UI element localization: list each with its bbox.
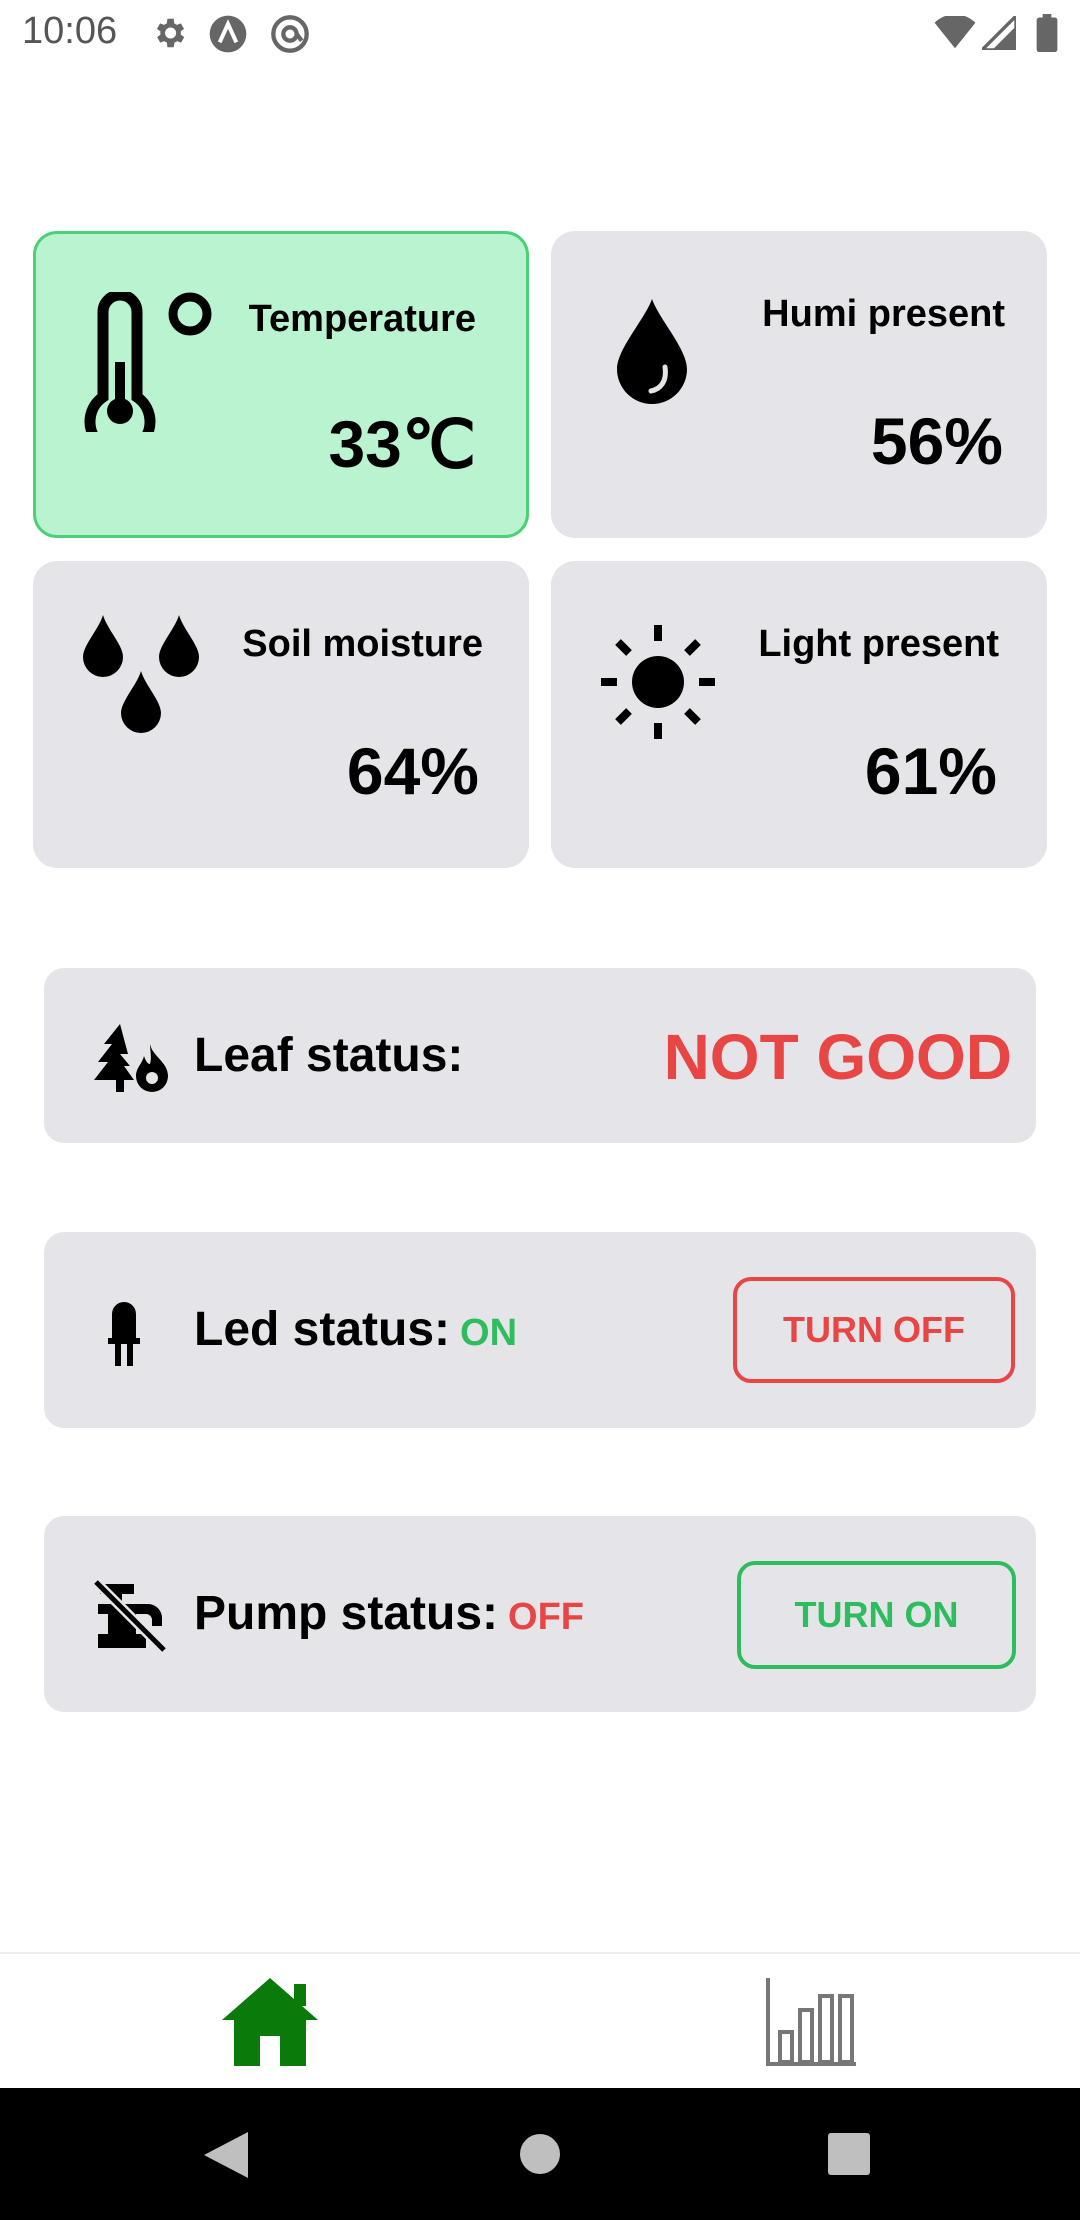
wifi-icon xyxy=(934,16,976,49)
nav-chart[interactable] xyxy=(540,1954,1080,2090)
led-status-label: Led status: ON xyxy=(194,1302,517,1357)
tree-fire-icon xyxy=(94,1024,168,1092)
sun-icon xyxy=(601,625,715,739)
home-icon xyxy=(222,1978,318,2066)
pump-status-panel: Pump status: OFF TURN ON xyxy=(44,1516,1036,1712)
humidity-title: Humi present xyxy=(762,293,1005,335)
a-logo-icon xyxy=(209,15,247,53)
soil-moisture-title: Soil moisture xyxy=(242,623,483,665)
light-card[interactable]: Light present 61% xyxy=(551,561,1047,868)
at-sync-icon xyxy=(271,15,309,53)
temperature-value: 33℃ xyxy=(328,407,476,481)
leaf-status-value: NOT GOOD xyxy=(663,1021,1012,1093)
thermometer-icon xyxy=(84,292,212,432)
led-status-label-text: Led status: xyxy=(194,1303,451,1356)
leaf-status-label: Leaf status: xyxy=(194,1029,464,1082)
water-drops-icon xyxy=(83,615,199,733)
system-navigation-bar xyxy=(0,2088,1080,2220)
temperature-card[interactable]: Temperature 33℃ xyxy=(33,231,529,538)
pump-status-label-text: Pump status: xyxy=(194,1587,499,1640)
water-drop-icon xyxy=(617,299,687,404)
cellular-icon xyxy=(982,16,1016,50)
nav-home[interactable] xyxy=(0,1954,540,2090)
turn-on-button[interactable]: TURN ON xyxy=(737,1561,1016,1669)
soil-moisture-value: 64% xyxy=(346,734,479,808)
pump-status-state: OFF xyxy=(508,1596,585,1638)
pump-status-label: Pump status: OFF xyxy=(194,1586,584,1641)
status-bar: 10:06 xyxy=(0,0,1080,68)
back-icon[interactable] xyxy=(204,2132,248,2178)
soil-moisture-card[interactable]: Soil moisture 64% xyxy=(33,561,529,868)
led-icon xyxy=(108,1302,140,1366)
light-value: 61% xyxy=(864,734,997,808)
bottom-navigation xyxy=(0,1952,1080,2088)
temperature-title: Temperature xyxy=(248,298,476,340)
light-title: Light present xyxy=(758,623,999,665)
pump-off-icon xyxy=(92,1578,166,1652)
humidity-value: 56% xyxy=(870,404,1003,478)
humidity-card[interactable]: Humi present 56% xyxy=(551,231,1047,538)
bar-chart-icon xyxy=(766,1978,856,2066)
battery-icon xyxy=(1036,14,1058,52)
turn-off-button[interactable]: TURN OFF xyxy=(733,1277,1015,1383)
settings-icon xyxy=(156,18,185,48)
home-circle-icon[interactable] xyxy=(518,2132,562,2176)
led-status-panel: Led status: ON TURN OFF xyxy=(44,1232,1036,1428)
leaf-status-panel: Leaf status: NOT GOOD xyxy=(44,968,1036,1143)
status-time: 10:06 xyxy=(22,10,118,52)
recents-icon[interactable] xyxy=(828,2133,870,2175)
led-status-state: ON xyxy=(460,1312,518,1354)
